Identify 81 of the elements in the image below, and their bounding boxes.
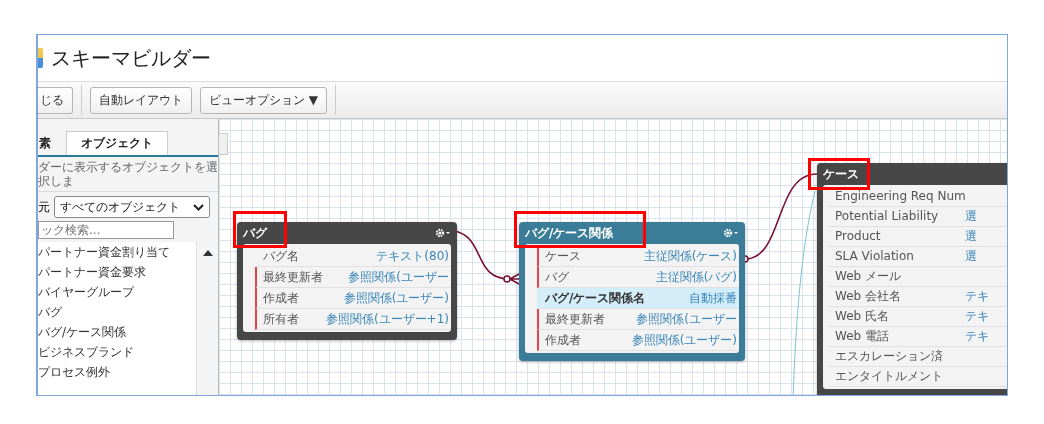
field-row[interactable]: SLA Violation 選 — [827, 247, 1007, 267]
schema-canvas[interactable] — [219, 119, 1007, 395]
field-name: バグ — [545, 269, 569, 286]
field-name: 作成者 — [263, 290, 299, 307]
search-field[interactable]: ック検索... — [38, 221, 174, 239]
field-row[interactable]: 最終更新者 参照関係(ユーザー — [537, 309, 739, 330]
object-list-item[interactable]: バイヤーグループ — [38, 282, 196, 302]
field-type: 参照関係(ユーザー) — [343, 290, 449, 307]
field-name: バグ名 — [263, 248, 299, 265]
gear-icon[interactable] — [723, 228, 739, 238]
sidebar-tab[interactable]: オブジェクト — [66, 131, 168, 155]
field-name: Web 電話 — [835, 328, 890, 345]
field-type: テキ — [965, 288, 989, 305]
field-row[interactable]: エンタイトルメント — [827, 367, 1007, 387]
field-type: 参照関係(ユーザー+1) — [325, 311, 449, 328]
field-row[interactable]: Web 会社名 テキ — [827, 287, 1007, 307]
field-name: 所有者 — [263, 311, 299, 328]
field-type: 参照関係(ユーザー — [636, 311, 737, 328]
toolbar-button[interactable]: 自動レイアウト — [90, 86, 192, 114]
field-type: テキ — [965, 328, 989, 345]
field-name: 最終更新者 — [263, 269, 323, 286]
field-name: Web 氏名 — [835, 308, 890, 325]
object-list-item[interactable]: バグ/ケース関係 — [38, 322, 196, 342]
field-row[interactable]: エスカレーション済 — [827, 347, 1007, 367]
object-list-item[interactable]: バグ — [38, 302, 196, 322]
field-row[interactable]: 作成者 参照関係(ユーザー) — [255, 288, 451, 309]
field-name: Engineering Req Num — [835, 188, 966, 205]
field-type: 選 — [965, 248, 977, 265]
object-card[interactable]: バグ/ケース関係 ケース 主従関係(ケース) バグ 主従関係(バグ) バグ/ケース関係名 自動採番 最終更新者 参照関係(ユーザー 作成者 参照関係(ユーザー) — [519, 222, 745, 361]
object-list-item[interactable]: ビジネスブランド — [38, 342, 196, 362]
field-row[interactable]: Web 氏名 テキ — [827, 307, 1007, 327]
field-row[interactable]: Product 選 — [827, 227, 1007, 247]
gear-icon[interactable] — [435, 228, 451, 238]
field-row[interactable]: バグ名 テキスト(80) — [255, 246, 451, 267]
field-type: 選 — [965, 208, 977, 225]
object-card[interactable]: バグ バグ名 テキスト(80) 最終更新者 参照関係(ユーザー 作成者 参照関係(ユーザー) 所有者 参照関係(ユーザー+1) — [237, 222, 457, 340]
field-type: 参照関係(ユーザー — [348, 269, 449, 286]
filter-label: 元 — [38, 198, 50, 216]
sidebar-description: ダーに表示するオブジェクトを選択しま — [38, 157, 218, 192]
field-name: Web 会社名 — [835, 288, 902, 305]
field-row[interactable]: ケース 主従関係(ケース) — [537, 246, 739, 267]
field-type: 選 — [965, 228, 977, 245]
field-type: 主従関係(ケース) — [643, 248, 737, 265]
field-type: 自動採番 — [689, 290, 737, 307]
field-name: Potential Liability — [835, 208, 940, 225]
sidebar-tab[interactable]: 素 — [38, 131, 62, 155]
field-name: バグ/ケース関係名 — [545, 290, 646, 307]
field-name: Web メール — [835, 268, 902, 285]
field-row[interactable]: Engineering Req Num — [827, 187, 1007, 207]
field-name: 最終更新者 — [545, 311, 605, 328]
field-row[interactable]: Web 電話 テキ — [827, 327, 1007, 347]
field-row[interactable]: Web メール — [827, 267, 1007, 287]
object-list-item[interactable]: パートナー資金割り当て — [38, 242, 196, 262]
field-type: テキ — [965, 308, 989, 325]
field-row[interactable]: 最終更新者 参照関係(ユーザー — [255, 267, 451, 288]
field-name: 作成者 — [545, 332, 581, 349]
object-dropdown[interactable]: すべてのオブジェクト — [54, 196, 210, 218]
window-title: スキーマビルダー — [51, 44, 211, 72]
field-name: エスカレーション済 — [835, 348, 944, 365]
field-name: エンタイトルメント — [835, 368, 944, 385]
app-icon — [38, 48, 43, 68]
object-title: バグ — [243, 224, 267, 242]
field-name: SLA Violation — [835, 248, 915, 265]
object-title: バグ/ケース関係 — [525, 224, 614, 242]
toolbar-button[interactable]: じる — [38, 86, 73, 114]
scroll-up-icon[interactable] — [202, 250, 213, 256]
object-title: ケース — [823, 165, 859, 183]
field-name: Product — [835, 228, 882, 245]
chevron-icon — [193, 203, 204, 211]
field-row[interactable]: Potential Liability 選 — [827, 207, 1007, 227]
object-card[interactable]: ケース Engineering Req Num Potential Liability 選 Product 選 SLA Violation 選 Web メール Web 会社名 テキ Web 氏名 テキ Web 電話 テキ エスカレーション済 エンタイトルメント — [817, 163, 1007, 395]
field-type: テキスト(80) — [376, 248, 449, 265]
field-row[interactable]: 所有者 参照関係(ユーザー+1) — [255, 309, 451, 330]
field-name: ケース — [545, 248, 581, 265]
field-row[interactable]: 作成者 参照関係(ユーザー) — [537, 330, 739, 351]
field-type: 参照関係(ユーザー) — [631, 332, 737, 349]
object-list-item[interactable]: パートナー資金要求 — [38, 262, 196, 282]
object-list-item[interactable]: プロセス例外 — [38, 362, 196, 382]
field-row[interactable]: バグ/ケース関係名 自動採番 — [537, 288, 739, 309]
toolbar-button[interactable]: ビューオプション ▼ — [200, 86, 328, 114]
field-type: 主従関係(バグ) — [655, 269, 737, 286]
